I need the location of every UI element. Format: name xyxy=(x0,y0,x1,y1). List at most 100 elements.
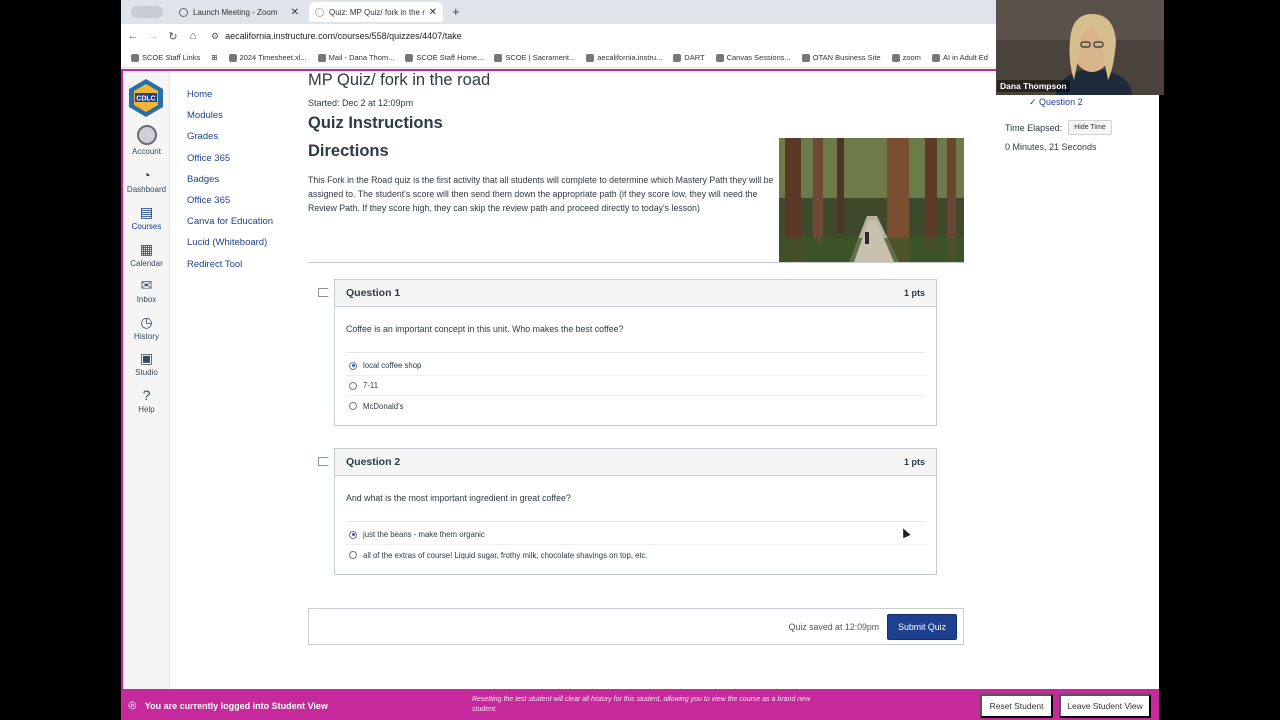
bookmark[interactable]: zoom xyxy=(891,53,921,62)
canvas-icon xyxy=(586,53,595,62)
flag-question-icon[interactable] xyxy=(318,288,329,297)
home-icon[interactable]: ⌂ xyxy=(183,30,203,42)
nav-inbox[interactable]: ✉ Inbox xyxy=(123,277,170,304)
new-tab-icon[interactable]: + xyxy=(452,4,460,19)
radio-unselected[interactable] xyxy=(349,381,357,390)
history-icon: ◷ xyxy=(140,314,153,330)
back-icon[interactable]: ← xyxy=(123,30,143,42)
inbox-icon: ✉ xyxy=(140,277,153,293)
bookmark[interactable]: SCOE | Sacrament... xyxy=(494,53,575,62)
course-nav-grades[interactable]: Grades xyxy=(187,131,273,152)
tab-quiz[interactable]: Quiz: MP Quiz/ fork in the roa ✕ xyxy=(309,2,443,22)
quiz-sidebar: ✓ Question 2 Time Elapsed: Hide Time 0 M… xyxy=(1005,97,1155,152)
time-elapsed-label: Time Elapsed: xyxy=(1005,122,1063,133)
question-name: Question 2 xyxy=(346,456,401,468)
nav-label: Calendar xyxy=(130,259,163,268)
course-nav-canva[interactable]: Canva for Education xyxy=(187,216,273,237)
reload-icon[interactable]: ↻ xyxy=(163,30,183,43)
question-2-link[interactable]: ✓ Question 2 xyxy=(1029,97,1155,108)
leave-student-view-button[interactable]: Leave Student View xyxy=(1059,694,1151,718)
browser-window: Launch Meeting - Zoom ✕ Quiz: MP Quiz/ f… xyxy=(121,0,1159,720)
tab-sidebar-toggle[interactable] xyxy=(131,6,163,18)
bookmark[interactable]: DART xyxy=(673,53,705,62)
radio-selected[interactable] xyxy=(349,361,357,370)
bookmark[interactable]: Mail - Dana Thom... xyxy=(317,53,394,62)
nav-history[interactable]: ◷ History xyxy=(123,314,170,341)
zoom-video-tile: Dana Thompson xyxy=(996,0,1164,95)
bookmark[interactable]: SCOE Staff Home... xyxy=(405,53,483,62)
course-nav-badges[interactable]: Badges xyxy=(187,174,273,195)
url-field[interactable]: aecalifornia.instructure.com/courses/558… xyxy=(225,31,462,41)
student-view-note: Resetting the test student will clear al… xyxy=(472,696,811,713)
radio-selected[interactable] xyxy=(349,530,357,539)
course-nav-office365-2[interactable]: Office 365 xyxy=(187,195,273,216)
nav-label: Courses xyxy=(131,222,162,231)
divider xyxy=(308,262,964,263)
quiz-description: This Fork in the Road quiz is the first … xyxy=(308,175,774,213)
course-nav: Home Modules Grades Office 365 Badges Of… xyxy=(187,89,273,280)
nav-studio[interactable]: ▣ Studio xyxy=(123,350,170,377)
radio-unselected[interactable] xyxy=(349,402,357,410)
hide-time-button[interactable]: Hide Time xyxy=(1068,120,1112,135)
nav-courses[interactable]: ▤ Courses xyxy=(123,204,170,231)
course-nav-home[interactable]: Home xyxy=(187,89,273,110)
sheet-icon xyxy=(715,53,724,62)
tab-label: Launch Meeting - Zoom xyxy=(193,7,278,17)
answer-option[interactable]: McDonald's xyxy=(346,396,925,416)
question-header: Question 2 1 pts xyxy=(335,449,936,476)
answer-option[interactable]: just the beans - make them organic xyxy=(346,525,925,545)
nav-label: Studio xyxy=(135,368,158,377)
nav-dashboard[interactable]: ◔ Dashboard xyxy=(123,167,170,194)
participant-name: Dana Thompson xyxy=(997,80,1070,92)
radio-unselected[interactable] xyxy=(349,551,357,559)
apps-icon[interactable]: ⊞ xyxy=(211,53,217,62)
global-nav: CDLC Account ◔ Dashboard ▤ Courses ▦ Cal… xyxy=(123,71,170,691)
course-nav-lucid[interactable]: Lucid (Whiteboard) xyxy=(187,237,273,258)
close-tab-icon[interactable]: ✕ xyxy=(429,7,437,18)
course-nav-office365[interactable]: Office 365 xyxy=(187,153,273,174)
bookmark[interactable]: OTAN Business Site xyxy=(801,53,881,62)
student-view-message: You are currently logged into Student Vi… xyxy=(144,700,328,711)
nav-calendar[interactable]: ▦ Calendar xyxy=(123,241,170,268)
site-info-icon[interactable]: ⚙ xyxy=(211,31,219,42)
canvas-favicon-icon xyxy=(315,7,324,17)
bookmark[interactable]: SCOE Staff Links xyxy=(131,53,200,62)
nav-help[interactable]: ? Help xyxy=(123,387,170,414)
account-icon xyxy=(136,125,157,145)
answer-label: all of the extras of course! Liquid suga… xyxy=(363,550,648,560)
bookmark[interactable]: Canvas Sessions... xyxy=(715,53,791,62)
question-points: 1 pts xyxy=(903,288,925,298)
quiz-saved-status: Quiz saved at 12:09pm xyxy=(788,621,880,632)
close-tab-icon[interactable]: ✕ xyxy=(291,7,299,18)
bookmark[interactable]: AI in Adult Ed xyxy=(931,53,988,62)
instructions-heading: Quiz Instructions xyxy=(308,114,443,132)
mail-icon xyxy=(317,53,326,62)
answer-option[interactable]: all of the extras of course! Liquid suga… xyxy=(346,545,925,565)
forward-icon[interactable]: → xyxy=(143,30,163,42)
answer-option[interactable]: 7-11 xyxy=(346,376,925,396)
bookmark[interactable]: aecalifornia.instru... xyxy=(586,53,662,62)
svg-text:CDLC: CDLC xyxy=(136,96,155,103)
zoom-favicon-icon xyxy=(179,7,188,17)
flag-question-icon[interactable] xyxy=(318,457,329,466)
canvas-page: CDLC Account ◔ Dashboard ▤ Courses ▦ Cal… xyxy=(121,69,1159,720)
submit-quiz-button[interactable]: Submit Quiz xyxy=(887,613,957,640)
answer-label: McDonald's xyxy=(363,401,404,411)
nav-account[interactable]: Account xyxy=(123,125,170,156)
answer-option[interactable]: local coffee shop xyxy=(346,356,925,376)
reset-student-button[interactable]: Reset Student xyxy=(980,694,1053,718)
sheet-icon xyxy=(228,53,237,62)
bookmark[interactable]: 2024 Timesheet.xl... xyxy=(228,53,307,62)
course-nav-redirect[interactable]: Redirect Tool xyxy=(187,259,273,280)
question-2: Question 2 1 pts And what is the most im… xyxy=(318,448,937,575)
question-name: Question 1 xyxy=(346,287,401,299)
courses-icon: ▤ xyxy=(139,204,154,220)
help-icon: ? xyxy=(142,387,151,403)
course-nav-modules[interactable]: Modules xyxy=(187,110,273,131)
folder-icon xyxy=(131,53,139,62)
tab-zoom[interactable]: Launch Meeting - Zoom ✕ xyxy=(173,2,305,22)
elapsed-time: 0 Minutes, 21 Seconds xyxy=(1005,142,1097,152)
nav-label: Account xyxy=(132,147,161,156)
zoom-icon xyxy=(891,53,900,62)
cdlc-logo[interactable]: CDLC xyxy=(125,77,167,119)
